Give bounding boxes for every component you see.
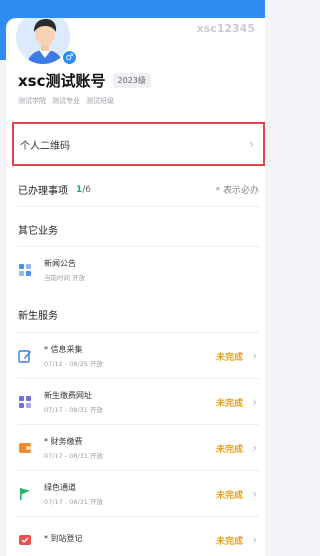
student-id: xsc12345 [196,22,255,35]
item-text: * 信息采集 07/12 - 08/25 开放 [44,344,103,368]
status-badge: 未完成 [215,352,243,363]
list-item-green-channel[interactable]: 绿色通道 07/17 - 08/31 开放 未完成 › [18,474,259,514]
item-subtitle: 07/17 - 08/31 开放 [44,452,104,460]
list-item-info-collection[interactable]: * 信息采集 07/12 - 08/25 开放 未完成 › [18,336,259,376]
chevron-right-icon: › [252,533,257,547]
flag-icon [18,487,32,501]
profile-tags: 测试学院 测试专业 测试班级 [18,96,114,106]
wallet-icon [18,441,32,455]
item-title: 绿色通道 [44,483,76,492]
status-badge: 未完成 [215,398,243,409]
divider [18,470,259,471]
divider [18,378,259,379]
item-text: * 到站登记 [44,533,83,547]
chevron-right-icon: › [252,441,257,455]
grade-badge: 2023级 [112,73,151,88]
gender-male-icon: ♂ [62,50,77,65]
profile-card: ♂ xsc12345 xsc测试账号 2023级 测试学院 测试专业 测试班级 … [6,18,265,556]
item-text: 新闻公告 当前时间 开放 [44,258,85,282]
handled-items-row: 已办理事项 1/6 * 表示必办 [18,182,259,198]
name-row: xsc测试账号 2023级 [18,70,151,91]
divider [18,332,259,333]
college-tag: 测试学院 [18,97,46,105]
item-subtitle: 07/17 - 08/31 开放 [44,406,104,414]
status-badge: 未完成 [215,490,243,501]
item-title: 新闻公告 [44,259,76,268]
list-item-payment-website[interactable]: 新生缴费网址 07/17 - 08/31 开放 未完成 › [18,382,259,422]
item-subtitle: 07/12 - 08/25 开放 [44,360,104,368]
item-subtitle: 当前时间 开放 [44,274,86,282]
class-tag: 测试班级 [86,97,114,105]
new-student-services-title: 新生服务 [18,311,58,322]
item-title: 新生缴费网址 [44,391,92,400]
handled-total: /6 [82,184,92,195]
list-item-arrival-registration[interactable]: * 到站登记 未完成 › [18,520,259,556]
divider [18,206,259,207]
required-note: * 表示必办 [215,186,259,196]
item-subtitle: 07/17 - 08/31 开放 [44,498,104,506]
chevron-right-icon: › [252,349,257,363]
divider [18,516,259,517]
edit-icon [18,349,32,363]
chevron-right-icon: › [252,487,257,501]
status-badge: 未完成 [215,536,243,547]
item-title: * 到站登记 [44,534,83,543]
other-business-title: 其它业务 [18,226,58,237]
registration-icon [18,533,32,547]
item-text: * 财务缴费 07/17 - 08/31 开放 [44,436,103,460]
list-item-news[interactable]: 新闻公告 当前时间 开放 [18,250,259,290]
item-text: 绿色通道 07/17 - 08/31 开放 [44,482,103,506]
chevron-right-icon: › [249,137,254,151]
news-icon [18,263,32,277]
chevron-right-icon: › [252,395,257,409]
item-title: * 信息采集 [44,345,83,354]
grid-icon [18,395,32,409]
user-name: xsc测试账号 [18,72,106,90]
major-tag: 测试专业 [52,97,80,105]
list-item-finance-payment[interactable]: * 财务缴费 07/17 - 08/31 开放 未完成 › [18,428,259,468]
qr-row-label: 个人二维码 [20,140,70,152]
personal-qr-code-row[interactable]: 个人二维码 › [12,122,265,166]
status-badge: 未完成 [215,444,243,455]
handled-label: 已办理事项 [18,186,68,197]
handled-count: 1/6 [76,185,91,195]
item-text: 新生缴费网址 07/17 - 08/31 开放 [44,390,103,414]
item-title: * 财务缴费 [44,437,83,446]
divider [18,424,259,425]
divider [18,246,259,247]
